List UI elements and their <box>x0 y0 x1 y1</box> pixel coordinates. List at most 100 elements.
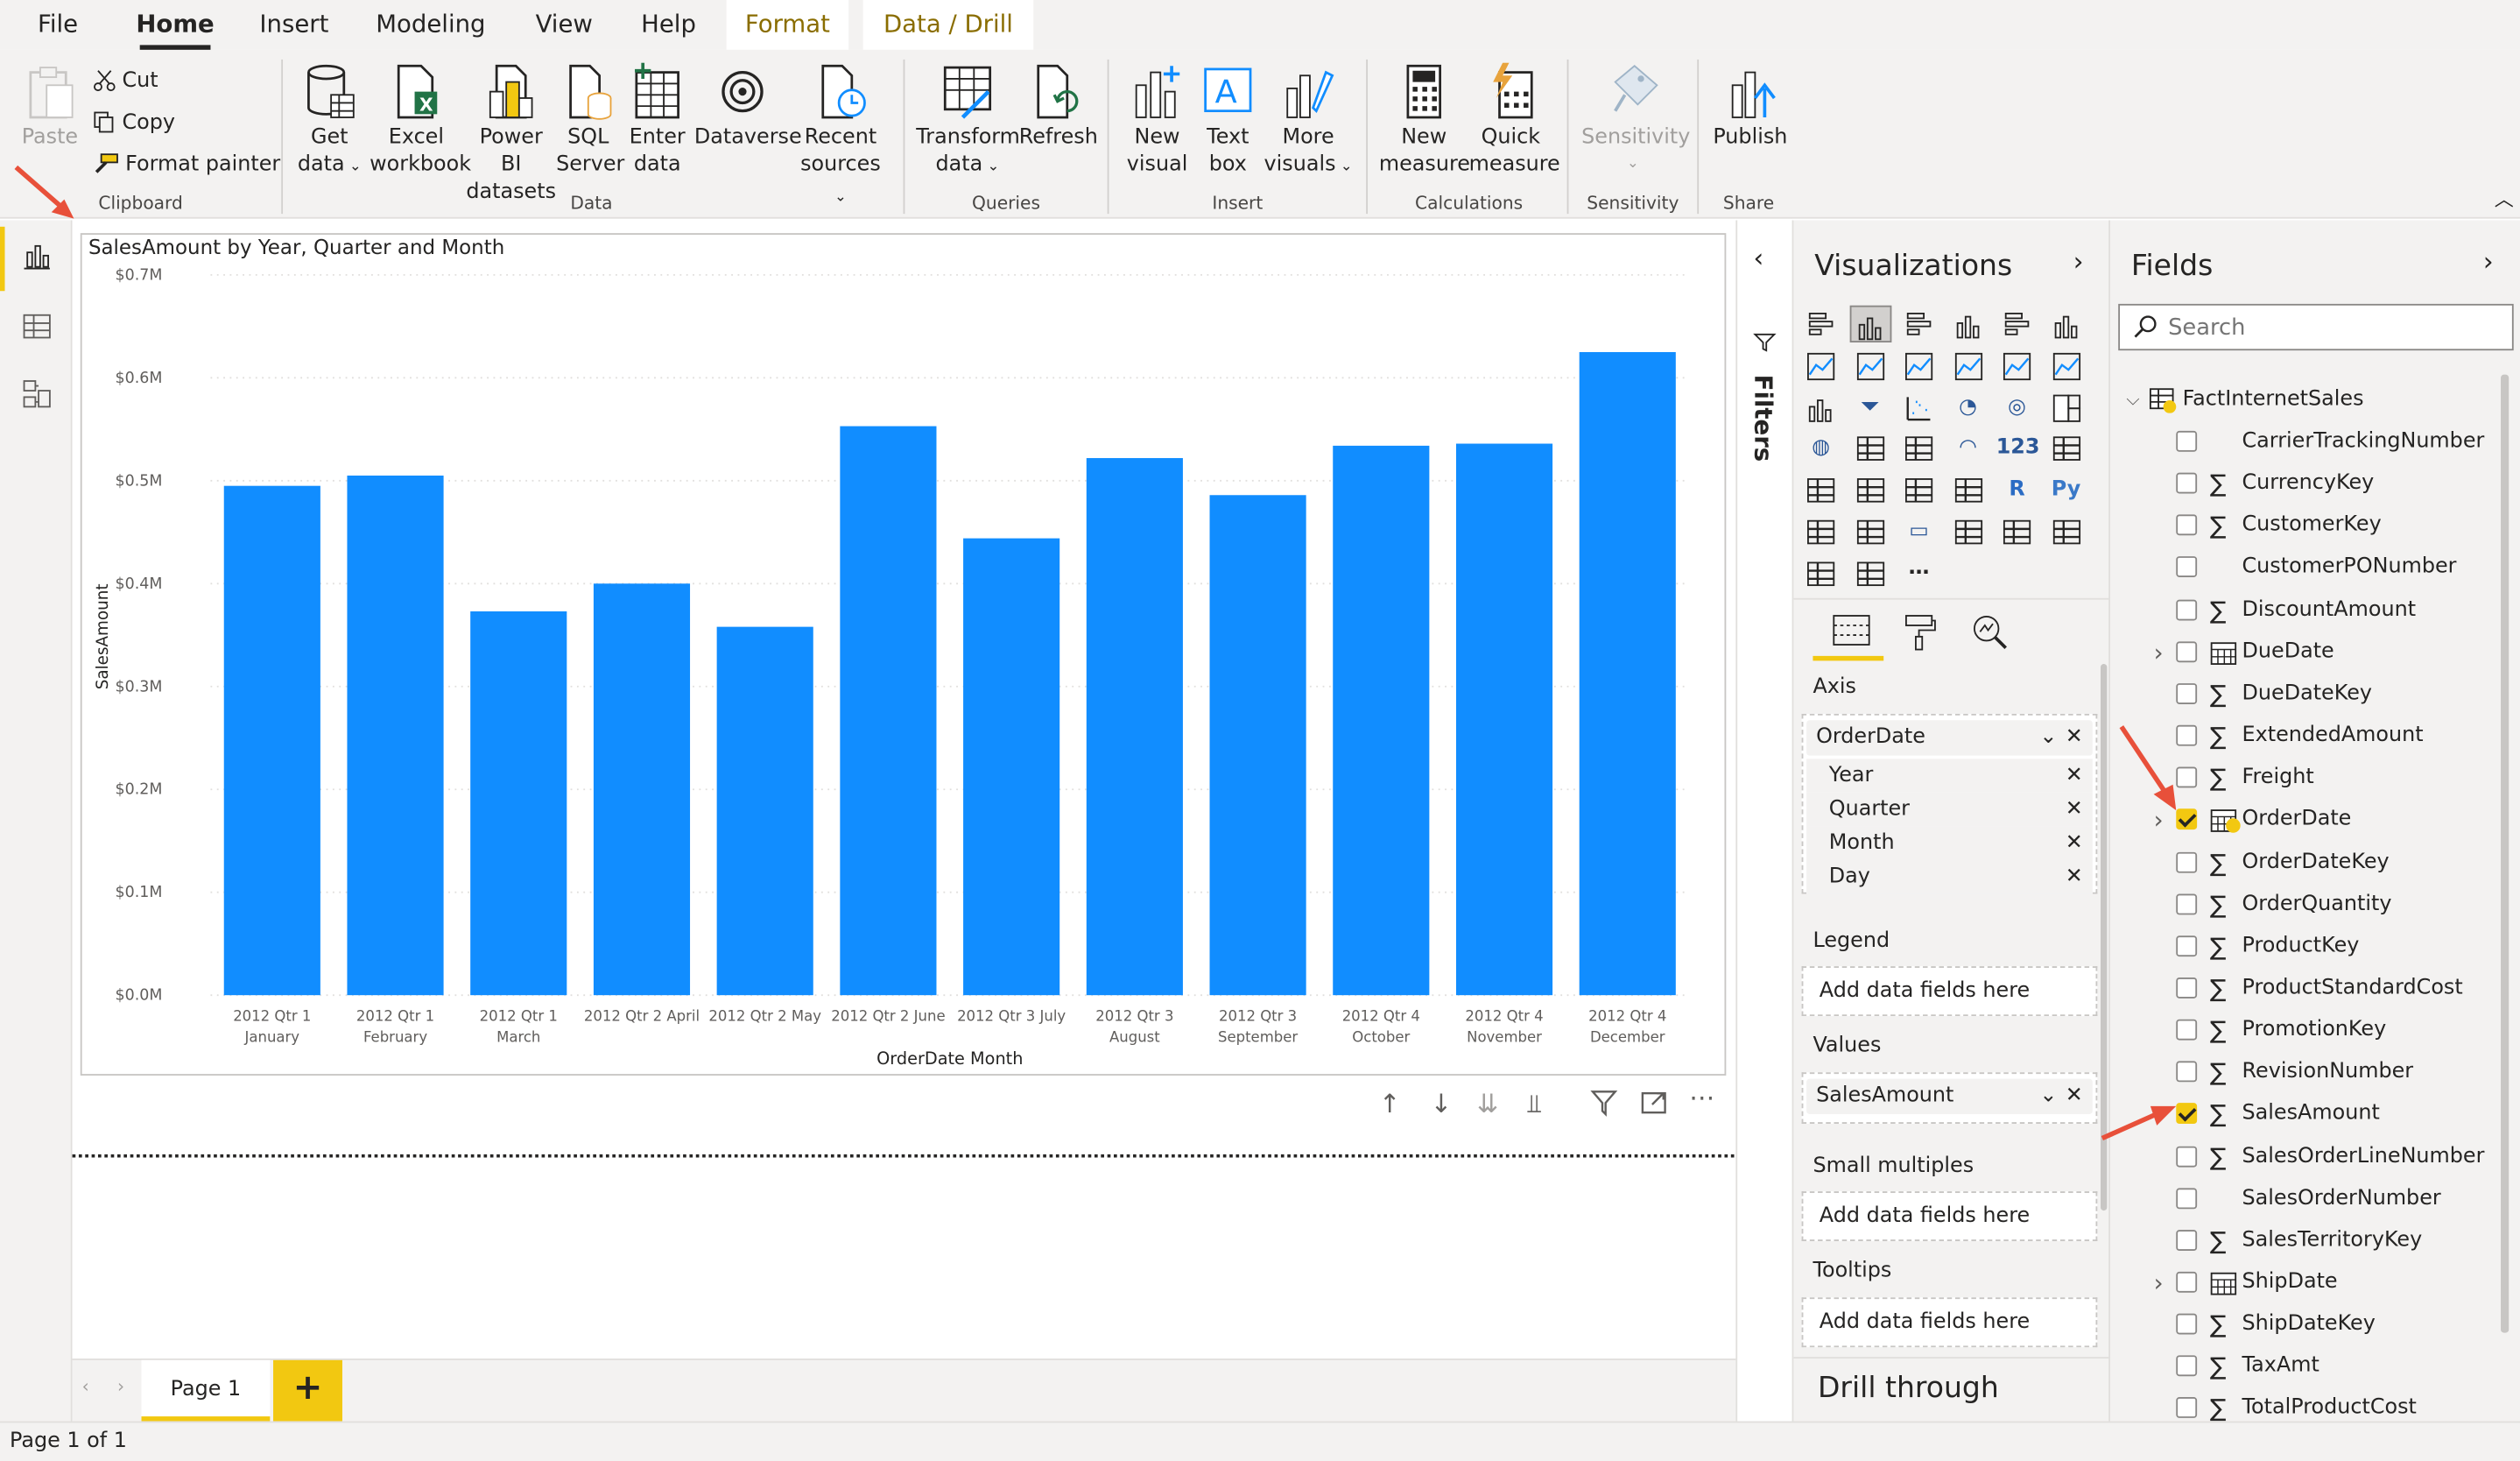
page-tab[interactable]: Page 1 <box>141 1359 271 1422</box>
field-item[interactable]: ∑ CurrencyKey <box>2110 463 2504 505</box>
axis-subfield[interactable]: Month ✕ <box>1806 826 2093 860</box>
clustered-bar-chart-icon[interactable] <box>1898 306 1940 342</box>
pie-chart-icon[interactable]: ◔ <box>1947 388 1989 425</box>
copy-button[interactable]: Copy <box>93 109 175 138</box>
data-view-icon[interactable] <box>21 310 53 349</box>
analytics-icon[interactable] <box>1970 612 2009 657</box>
visual-container[interactable]: SalesAmount by Year, Quarter and Month $0… <box>80 233 1727 1076</box>
stacked-area-chart-icon[interactable] <box>1898 347 1940 384</box>
drill-down-icon[interactable]: ↓ <box>1431 1089 1453 1119</box>
format-painter-button[interactable]: Format painter <box>93 152 280 180</box>
field-checkbox[interactable] <box>2176 1019 2198 1041</box>
add-page-button[interactable]: + <box>273 1359 342 1422</box>
chevron-right-icon[interactable]: › <box>2154 1262 2164 1304</box>
field-checkbox[interactable] <box>2176 850 2198 872</box>
chevron-right-icon[interactable]: › <box>2154 632 2164 674</box>
field-item[interactable]: ∑ OrderQuantity <box>2110 884 2504 926</box>
get-data-button[interactable]: Get data ⌄ <box>294 63 365 182</box>
gauge-icon[interactable]: ◠ <box>1947 430 1989 467</box>
100-bar-chart-icon[interactable] <box>1996 306 2038 342</box>
drill-up-icon[interactable]: ↑ <box>1379 1089 1401 1119</box>
report-view-icon[interactable] <box>21 239 53 278</box>
remove-field-icon[interactable]: ✕ <box>2066 1079 2083 1114</box>
field-checkbox[interactable] <box>2176 430 2198 452</box>
field-checkbox[interactable] <box>2176 640 2198 662</box>
line-chart-icon[interactable] <box>1800 347 1842 384</box>
more-visuals-icon[interactable]: ⋯ <box>1898 554 1940 591</box>
paste-button[interactable]: Paste <box>16 63 83 152</box>
remove-field-icon[interactable]: ✕ <box>2066 793 2083 827</box>
menu-insert[interactable]: Insert <box>244 0 344 50</box>
sensitivity-button[interactable]: Sensitivity ⌄ <box>1581 63 1690 179</box>
quick-measure-button[interactable]: Quick measure <box>1469 62 1560 179</box>
field-item[interactable]: ∑ TotalProductCost <box>2110 1388 2504 1422</box>
collapse-fields-icon[interactable]: › <box>2483 246 2494 277</box>
ribbon-chart-icon[interactable] <box>2045 347 2087 384</box>
field-checkbox[interactable] <box>2176 935 2198 956</box>
decomposition-tree-icon[interactable] <box>1849 513 1891 550</box>
remove-field-icon[interactable]: ✕ <box>2066 860 2083 894</box>
menu-modeling[interactable]: Modeling <box>363 0 498 50</box>
field-item[interactable]: SalesOrderNumber <box>2110 1178 2504 1220</box>
donut-chart-icon[interactable]: ◎ <box>1996 388 2038 425</box>
search-box[interactable] <box>2118 303 2514 351</box>
multi-row-card-icon[interactable] <box>2045 430 2087 467</box>
field-item[interactable]: ∑ ProductKey <box>2110 926 2504 968</box>
field-item[interactable]: ∑ DiscountAmount <box>2110 589 2504 632</box>
field-item[interactable]: ∑ CustomerKey <box>2110 505 2504 547</box>
collapse-ribbon-icon[interactable]: ︿ <box>2495 185 2514 212</box>
field-item[interactable]: CarrierTrackingNumber <box>2110 421 2504 463</box>
field-checkbox[interactable] <box>2176 598 2198 620</box>
field-checkbox[interactable] <box>2176 893 2198 914</box>
r-visual-icon[interactable]: R <box>1996 471 2038 508</box>
small-multiples-well[interactable]: Add data fields here <box>1801 1191 2098 1242</box>
axis-subfield[interactable]: Year ✕ <box>1806 759 2093 793</box>
chevron-down-icon[interactable]: ⌄ <box>2039 720 2057 755</box>
slicer-icon[interactable] <box>1849 471 1891 508</box>
chevron-down-icon[interactable]: ⌵ <box>2126 379 2139 421</box>
more-options-icon[interactable]: ⋯ <box>1689 1082 1714 1112</box>
field-checkbox[interactable] <box>2176 1271 2198 1293</box>
text-box-button[interactable]: A Text box <box>1196 63 1260 179</box>
waterfall-chart-icon[interactable] <box>1800 388 1842 425</box>
arcgis-icon[interactable] <box>2045 513 2087 550</box>
matrix-icon[interactable] <box>1947 471 1989 508</box>
menu-file[interactable]: File <box>23 0 94 50</box>
axis-subfield[interactable]: Quarter ✕ <box>1806 792 2093 827</box>
area-chart-icon[interactable] <box>1849 347 1891 384</box>
field-checkbox[interactable] <box>2176 1355 2198 1377</box>
legend-well[interactable]: Add data fields here <box>1801 966 2098 1017</box>
new-visual-button[interactable]: New visual <box>1122 63 1193 179</box>
values-well[interactable]: SalesAmount ⌄ ✕ <box>1801 1072 2098 1125</box>
table-icon[interactable] <box>1898 471 1940 508</box>
field-checkbox[interactable] <box>2176 556 2198 578</box>
menu-data-drill[interactable]: Data / Drill <box>862 0 1034 50</box>
power-bi-datasets-button[interactable]: Power BI datasets <box>466 63 556 206</box>
line-column-chart-icon[interactable] <box>1947 347 1989 384</box>
remove-field-icon[interactable]: ✕ <box>2066 759 2083 793</box>
model-view-icon[interactable] <box>21 378 53 416</box>
menu-view[interactable]: View <box>521 0 608 50</box>
format-paint-roller-icon[interactable] <box>1903 612 1938 657</box>
next-level-icon[interactable]: ⇊ <box>1477 1089 1499 1119</box>
menu-help[interactable]: Help <box>627 0 710 50</box>
cut-button[interactable]: Cut <box>93 67 158 96</box>
field-checkbox[interactable] <box>2176 1187 2198 1209</box>
field-checkbox[interactable] <box>2176 1229 2198 1251</box>
tooltips-well[interactable]: Add data fields here <box>1801 1297 2098 1348</box>
search-input[interactable] <box>2168 310 2490 346</box>
field-checkbox[interactable] <box>2176 977 2198 999</box>
sql-server-button[interactable]: SQL Server <box>556 63 624 179</box>
python-visual-icon[interactable]: Py <box>2045 471 2087 508</box>
100-column-chart-icon[interactable] <box>2045 306 2087 342</box>
field-item[interactable]: ∑ OrderDateKey <box>2110 842 2504 884</box>
field-checkbox[interactable] <box>2176 1145 2198 1167</box>
field-item[interactable]: ∑ SalesTerritoryKey <box>2110 1220 2504 1262</box>
clustered-column-chart-icon[interactable] <box>1947 306 1989 342</box>
menu-home[interactable]: Home <box>125 0 225 50</box>
filter-icon[interactable] <box>1589 1089 1618 1124</box>
prev-page-icon[interactable]: ‹ <box>82 1376 89 1397</box>
stacked-column-chart-icon[interactable] <box>1848 305 1891 342</box>
table-node[interactable]: ⌵ FactInternetSales <box>2110 379 2504 421</box>
expand-hierarchy-icon[interactable]: ⫫ <box>1527 1089 1542 1121</box>
